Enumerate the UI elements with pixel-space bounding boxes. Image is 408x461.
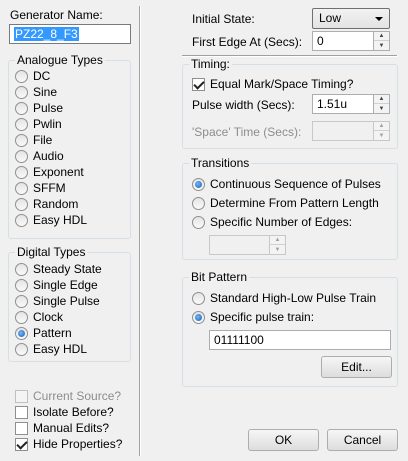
specific-edges-label[interactable]: Specific Number of Edges: (210, 215, 352, 229)
determine-from-pattern-label[interactable]: Determine From Pattern Length (210, 196, 379, 210)
generator-name-input[interactable]: PZ22_8_F3 (9, 24, 131, 44)
digital-single-edge-radio[interactable] (15, 279, 28, 292)
standard-pulse-train-radio[interactable] (192, 292, 205, 305)
specific-pulse-train-label[interactable]: Specific pulse train: (210, 310, 314, 324)
space-time-spinner[interactable]: ▲ ▼ (374, 121, 390, 141)
first-edge-value: 0 (317, 34, 324, 48)
digital-easy-hdl-radio[interactable] (15, 343, 28, 356)
first-edge-input[interactable]: 0 (312, 31, 374, 51)
generator-name-value: PZ22_8_F3 (14, 27, 79, 41)
analogue-exponent-radio[interactable] (15, 166, 28, 179)
analogue-easy-hdl-radio[interactable] (15, 214, 28, 227)
first-edge-spinner[interactable]: ▲ ▼ (374, 31, 390, 51)
analogue-pulse-label[interactable]: Pulse (33, 101, 63, 115)
analogue-file-label[interactable]: File (33, 133, 52, 147)
spin-down-icon[interactable]: ▼ (374, 131, 389, 140)
vertical-divider (139, 6, 141, 456)
analogue-exponent-label[interactable]: Exponent (33, 165, 84, 179)
current-source-label[interactable]: Current Source? (33, 389, 121, 403)
analogue-pwlin-label[interactable]: Pwlin (33, 117, 62, 131)
digital-single-pulse-radio[interactable] (15, 295, 28, 308)
digital-steady-state-radio[interactable] (15, 263, 28, 276)
pulse-width-label: Pulse width (Secs): (192, 98, 295, 112)
digital-types-title: Digital Types (15, 245, 88, 259)
analogue-audio-label[interactable]: Audio (33, 149, 64, 163)
analogue-random-label[interactable]: Random (33, 197, 78, 211)
analogue-audio-radio[interactable] (15, 150, 28, 163)
analogue-sine-label[interactable]: Sine (33, 85, 57, 99)
digital-easy-hdl-label[interactable]: Easy HDL (33, 342, 87, 356)
equal-mark-space-label[interactable]: Equal Mark/Space Timing? (210, 77, 353, 91)
analogue-types-title: Analogue Types (15, 53, 105, 67)
spin-up-icon[interactable]: ▲ (374, 122, 389, 131)
isolate-before-checkbox[interactable] (15, 406, 28, 419)
initial-state-value: Low (319, 11, 342, 25)
analogue-dc-label[interactable]: DC (33, 69, 50, 83)
cancel-button[interactable]: Cancel (327, 429, 398, 451)
space-time-input[interactable] (312, 121, 374, 141)
analogue-sffm-label[interactable]: SFFM (33, 181, 66, 195)
pulse-width-input[interactable]: 1.51u (312, 94, 374, 114)
analogue-sine-radio[interactable] (15, 86, 28, 99)
space-time-label: 'Space' Time (Secs): (192, 125, 302, 139)
spin-down-icon[interactable]: ▼ (270, 245, 285, 254)
manual-edits-checkbox[interactable] (15, 422, 28, 435)
edit-button[interactable]: Edit... (321, 356, 392, 378)
spin-up-icon[interactable]: ▲ (374, 95, 389, 104)
specific-pulse-train-radio[interactable] (192, 311, 205, 324)
analogue-pulse-radio[interactable] (15, 102, 28, 115)
digital-steady-state-label[interactable]: Steady State (33, 262, 102, 276)
equal-mark-space-checkbox[interactable] (192, 78, 205, 91)
digital-clock-radio[interactable] (15, 311, 28, 324)
pulse-train-input[interactable]: 01111100 (209, 330, 391, 350)
determine-from-pattern-radio[interactable] (192, 197, 205, 210)
first-edge-label: First Edge At (Secs): (192, 35, 303, 49)
bit-pattern-title: Bit Pattern (189, 270, 250, 284)
digital-pattern-radio[interactable] (15, 327, 28, 340)
hide-properties-label[interactable]: Hide Properties? (33, 437, 122, 451)
specific-edges-radio[interactable] (192, 216, 205, 229)
spin-down-icon[interactable]: ▼ (374, 104, 389, 113)
spin-up-icon[interactable]: ▲ (270, 236, 285, 245)
standard-pulse-train-label[interactable]: Standard High-Low Pulse Train (210, 291, 376, 305)
digital-single-pulse-label[interactable]: Single Pulse (33, 294, 100, 308)
pulse-train-value: 01111100 (214, 333, 264, 347)
analogue-random-radio[interactable] (15, 198, 28, 211)
spin-up-icon[interactable]: ▲ (374, 32, 389, 41)
analogue-dc-radio[interactable] (15, 70, 28, 83)
generator-name-label: Generator Name: (10, 8, 103, 22)
pulse-width-spinner[interactable]: ▲ ▼ (374, 94, 390, 114)
edges-count-spinner[interactable]: ▲ ▼ (270, 235, 286, 255)
spin-down-icon[interactable]: ▼ (374, 41, 389, 50)
hide-properties-checkbox[interactable] (15, 438, 28, 451)
continuous-sequence-label[interactable]: Continuous Sequence of Pulses (210, 177, 381, 191)
analogue-file-radio[interactable] (15, 134, 28, 147)
analogue-sffm-radio[interactable] (15, 182, 28, 195)
analogue-easy-hdl-label[interactable]: Easy HDL (33, 213, 87, 227)
ok-button[interactable]: OK (248, 429, 319, 451)
digital-pattern-label[interactable]: Pattern (33, 326, 72, 340)
edges-count-input[interactable] (209, 235, 270, 255)
continuous-sequence-radio[interactable] (192, 178, 205, 191)
transitions-title: Transitions (189, 156, 252, 170)
analogue-pwlin-radio[interactable] (15, 118, 28, 131)
isolate-before-label[interactable]: Isolate Before? (33, 405, 114, 419)
initial-state-label: Initial State: (192, 12, 255, 26)
pulse-width-value: 1.51u (317, 97, 348, 111)
current-source-checkbox[interactable] (15, 390, 28, 403)
timing-title: Timing: (189, 57, 232, 71)
initial-state-select[interactable]: Low (312, 8, 390, 29)
digital-clock-label[interactable]: Clock (33, 310, 63, 324)
digital-single-edge-label[interactable]: Single Edge (33, 278, 98, 292)
chevron-down-icon (375, 17, 383, 21)
manual-edits-label[interactable]: Manual Edits? (33, 421, 109, 435)
